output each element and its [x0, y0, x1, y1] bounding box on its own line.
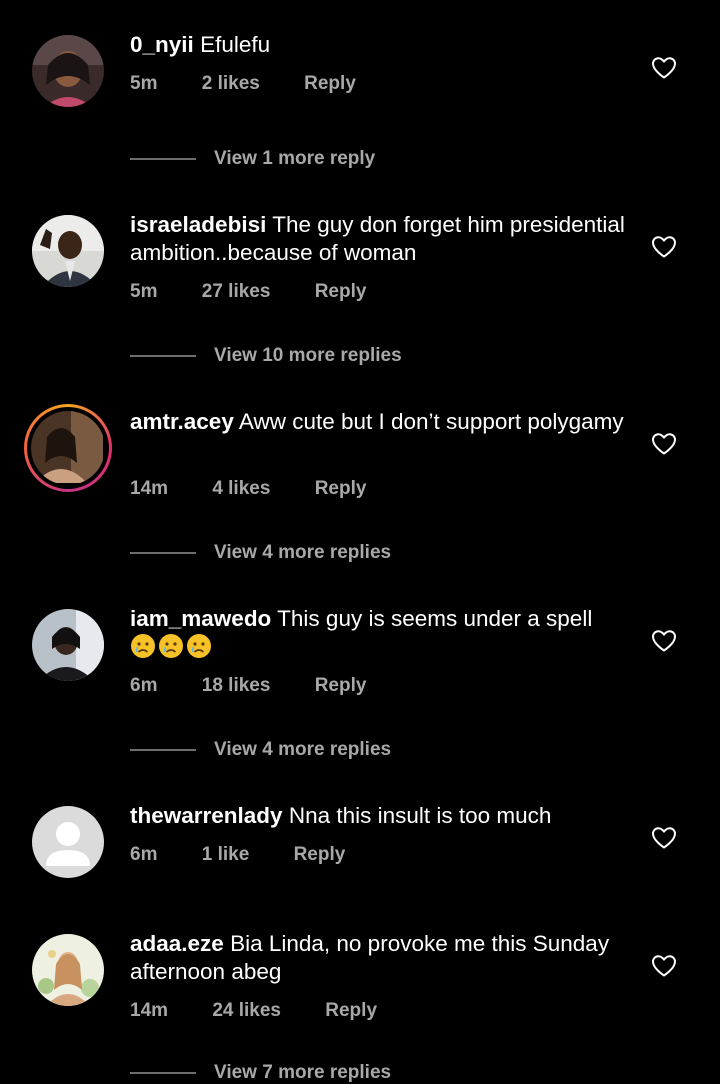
avatar-story-ring[interactable] — [24, 404, 112, 492]
reply-button[interactable]: Reply — [325, 1000, 377, 1022]
reply-button[interactable]: Reply — [315, 675, 367, 697]
comment-likes[interactable]: 4 likes — [212, 478, 270, 500]
emoji-group — [130, 634, 214, 660]
comment-username[interactable]: israeladebisi — [130, 212, 266, 237]
avatar[interactable] — [32, 215, 104, 287]
comment-meta: 14m 4 likes Reply — [130, 478, 366, 500]
replies-divider — [130, 355, 196, 357]
heart-outline-icon[interactable] — [651, 629, 677, 653]
comment-likes[interactable]: 24 likes — [212, 1000, 281, 1022]
comment-meta: 6m 18 likes Reply — [130, 675, 366, 697]
comments-list: 0_nyii Efulefu 5m 2 likes Reply View 1 m… — [0, 0, 720, 1083]
heart-outline-icon[interactable] — [651, 235, 677, 259]
comment-time: 14m — [130, 478, 169, 499]
comment-meta: 5m 27 likes Reply — [130, 281, 366, 303]
comment-username[interactable]: adaa.eze — [130, 931, 224, 956]
reply-button[interactable]: Reply — [294, 844, 346, 866]
avatar[interactable] — [32, 806, 104, 878]
comment-text: israeladebisi The guy don forget him pre… — [130, 211, 630, 267]
comment-username[interactable]: iam_mawedo — [130, 606, 271, 631]
avatar[interactable] — [32, 934, 104, 1006]
comment-text: amtr.acey Aww cute but I don’t support p… — [130, 408, 630, 436]
comment-time: 5m — [130, 73, 158, 94]
replies-divider — [130, 552, 196, 554]
view-replies-button[interactable]: View 4 more replies — [130, 739, 391, 761]
comment-time: 6m — [130, 675, 158, 696]
comment-username[interactable]: amtr.acey — [130, 409, 234, 434]
comment-text: iam_mawedo This guy is seems under a spe… — [130, 605, 630, 662]
comment-likes[interactable]: 2 likes — [202, 73, 260, 95]
comment-body: Aww cute but I don’t support polygamy — [238, 409, 624, 434]
replies-divider — [130, 1072, 196, 1074]
view-replies-button[interactable]: View 10 more replies — [130, 345, 402, 367]
heart-outline-icon[interactable] — [651, 56, 677, 80]
comment-username[interactable]: 0_nyii — [130, 32, 194, 57]
view-replies-button[interactable]: View 4 more replies — [130, 542, 391, 564]
view-replies-label: View 4 more replies — [214, 739, 392, 760]
comment-time: 14m — [130, 1000, 169, 1021]
reply-button[interactable]: Reply — [315, 478, 367, 500]
comment-time: 5m — [130, 281, 158, 302]
view-replies-label: View 4 more replies — [214, 542, 392, 563]
comment-body: Nna this insult is too much — [288, 803, 552, 828]
comment-likes[interactable]: 18 likes — [202, 675, 271, 697]
reply-button[interactable]: Reply — [304, 73, 356, 95]
comment-body: Efulefu — [200, 32, 271, 57]
crying-face-emoji — [131, 634, 155, 658]
comment-meta: 14m 24 likes Reply — [130, 1000, 377, 1022]
heart-outline-icon[interactable] — [651, 826, 677, 850]
replies-divider — [130, 749, 196, 751]
heart-outline-icon[interactable] — [651, 432, 677, 456]
crying-face-emoji — [159, 634, 183, 658]
avatar — [31, 411, 105, 485]
comment-body: This guy is seems under a spell — [277, 606, 593, 631]
comment-username[interactable]: thewarrenlady — [130, 803, 283, 828]
view-replies-button[interactable]: View 1 more reply — [130, 148, 375, 170]
replies-divider — [130, 158, 196, 160]
comment-time: 6m — [130, 844, 158, 865]
comment-likes[interactable]: 27 likes — [202, 281, 271, 303]
avatar[interactable] — [32, 609, 104, 681]
heart-outline-icon[interactable] — [651, 954, 677, 978]
comment-meta: 5m 2 likes Reply — [130, 73, 356, 95]
comment-text: adaa.eze Bia Linda, no provoke me this S… — [130, 930, 630, 986]
comment-likes[interactable]: 1 like — [202, 844, 250, 866]
crying-face-emoji — [187, 634, 211, 658]
reply-button[interactable]: Reply — [315, 281, 367, 303]
avatar[interactable] — [32, 35, 104, 107]
comment-text: 0_nyii Efulefu — [130, 31, 630, 59]
comment-meta: 6m 1 like Reply — [130, 844, 345, 866]
view-replies-label: View 1 more reply — [214, 148, 376, 169]
view-replies-label: View 10 more replies — [214, 345, 402, 366]
comment-text: thewarrenlady Nna this insult is too muc… — [130, 802, 630, 830]
